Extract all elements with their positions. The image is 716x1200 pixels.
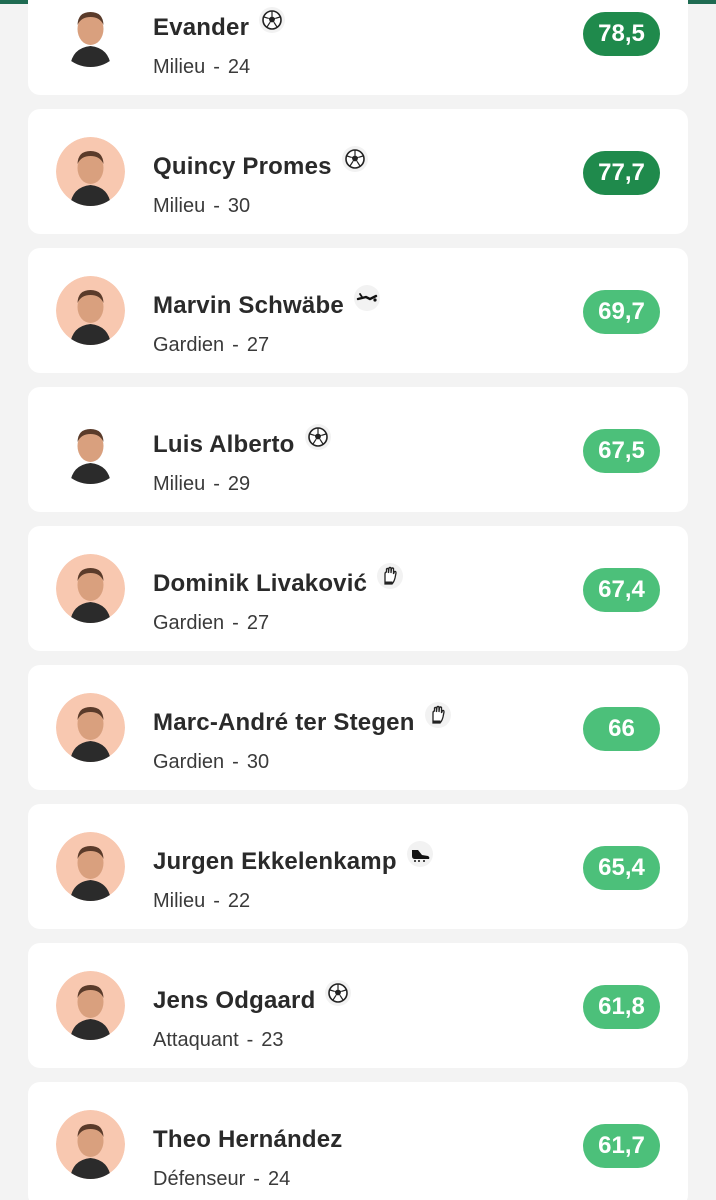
player-score-badge: 65,4 [583,846,660,890]
player-name: Jens Odgaard [153,987,316,1014]
player-name: Theo Hernández [153,1126,343,1153]
soccer-ball-icon [304,424,331,450]
player-age: 24 [267,1168,291,1190]
player-name: Marvin Schwäbe [153,292,344,319]
player-score-badge: 67,4 [583,568,660,612]
details-separator: - [232,751,239,773]
player-avatar [56,971,125,1040]
player-score-badge: 78,5 [583,12,660,56]
player-card[interactable]: Evander Milieu -24 78,5 [28,0,688,95]
goalkeeper-glove-icon [424,702,451,728]
player-position: Attaquant [153,1029,239,1051]
player-age: 23 [261,1029,284,1051]
details-separator: - [213,473,220,495]
player-score-badge: 69,7 [583,290,660,334]
player-name-row: Jens Odgaard [153,980,352,1015]
player-card[interactable]: Jens Odgaard Attaquant -23 61,8 [28,943,688,1068]
player-details: Défenseur -24 [153,1168,290,1191]
player-avatar [56,0,125,67]
soccer-ball-icon [325,980,352,1006]
player-position: Milieu [153,473,206,495]
player-age: 22 [227,890,251,912]
player-name-row: Theo Hernández [153,1126,343,1154]
player-name-row: Dominik Livaković [153,563,404,598]
player-name: Luis Alberto [153,431,295,458]
player-avatar [56,693,125,762]
player-score-badge: 61,7 [583,1124,660,1168]
player-position: Milieu [153,195,206,217]
player-card[interactable]: Marc-André ter Stegen Gardien -30 66 [28,665,688,790]
player-score-badge: 67,5 [583,429,660,473]
player-details: Milieu -30 [153,195,250,218]
player-name: Dominik Livaković [153,570,368,597]
details-separator: - [246,1029,254,1051]
player-details: Milieu -22 [153,890,250,913]
player-avatar [56,276,125,345]
player-score-badge: 77,7 [583,151,660,195]
player-card[interactable]: Dominik Livaković Gardien -27 67,4 [28,526,688,651]
player-details: Gardien -27 [153,334,269,357]
player-age: 24 [227,56,251,78]
player-age: 29 [227,473,251,495]
player-name-row: Jurgen Ekkelenkamp [153,841,433,876]
player-card[interactable]: Theo Hernández Défenseur -24 61,7 [28,1082,688,1200]
player-position: Gardien [153,612,225,634]
player-age: 27 [246,334,270,356]
player-position: Gardien [153,751,225,773]
player-name-row: Quincy Promes [153,146,368,181]
player-position: Milieu [153,890,206,912]
player-avatar [56,137,125,206]
player-card[interactable]: Luis Alberto Milieu -29 67,5 [28,387,688,512]
player-name-row: Marc-André ter Stegen [153,702,451,737]
player-score-badge: 66 [583,707,660,751]
details-separator: - [232,334,239,356]
player-name: Quincy Promes [153,153,332,180]
player-score-badge: 61,8 [583,985,660,1029]
football-boot-icon [406,841,433,867]
player-details: Gardien -27 [153,612,269,635]
player-age: 30 [227,195,251,217]
details-separator: - [213,195,220,217]
player-card[interactable]: Marvin Schwäbe Gardien -27 69,7 [28,248,688,373]
player-card[interactable]: Quincy Promes Milieu -30 77,7 [28,109,688,234]
player-name: Evander [153,14,250,41]
player-details: Milieu -29 [153,473,250,496]
player-details: Milieu -24 [153,56,250,79]
player-name-row: Evander [153,7,286,42]
player-position: Défenseur [153,1168,246,1190]
details-separator: - [253,1168,260,1190]
player-name: Jurgen Ekkelenkamp [153,848,397,875]
details-separator: - [213,56,220,78]
player-position: Gardien [153,334,225,356]
player-details: Gardien -30 [153,751,269,774]
player-name-row: Marvin Schwäbe [153,285,380,320]
details-separator: - [232,612,239,634]
soccer-ball-icon [341,146,368,172]
player-age: 27 [246,612,270,634]
player-age: 30 [246,751,270,773]
player-name-row: Luis Alberto [153,424,331,459]
player-avatar [56,554,125,623]
diving-keeper-icon [353,285,380,311]
player-position: Milieu [153,56,206,78]
details-separator: - [213,890,220,912]
player-list: Evander Milieu -24 78,5 Quincy Promes Milieu -… [28,0,688,1200]
player-avatar [56,1110,125,1179]
goalkeeper-glove-icon [377,563,404,589]
soccer-ball-icon [259,7,286,33]
player-details: Attaquant -23 [153,1029,284,1052]
player-avatar [56,415,125,484]
player-avatar [56,832,125,901]
player-name: Marc-André ter Stegen [153,709,415,736]
player-card[interactable]: Jurgen Ekkelenkamp Milieu -22 65,4 [28,804,688,929]
